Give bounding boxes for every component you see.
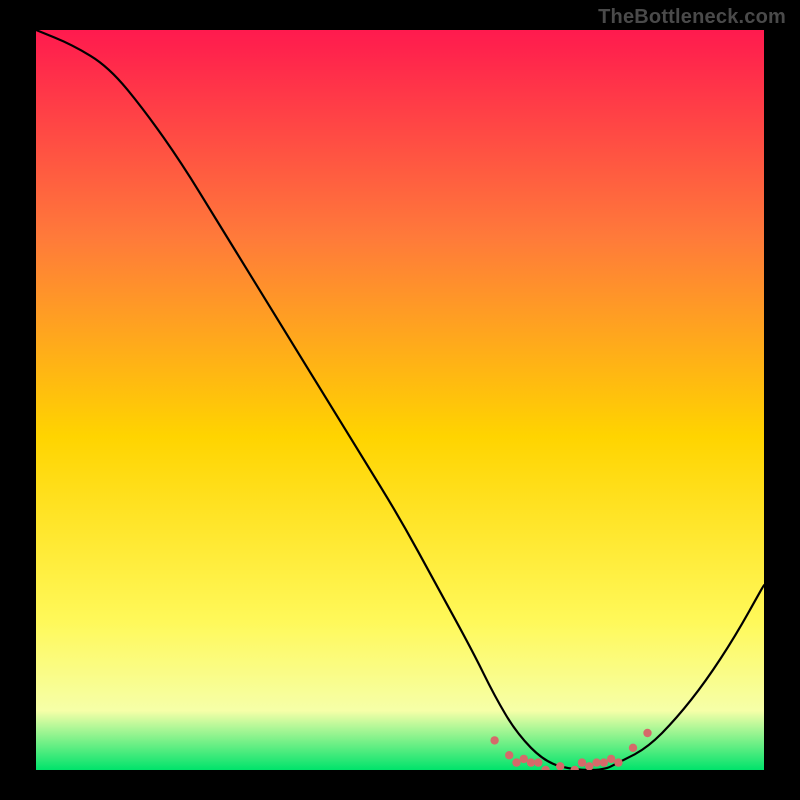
min-dot: [614, 758, 622, 766]
gradient-background: [36, 30, 764, 770]
min-dot: [600, 758, 608, 766]
chart-frame: TheBottleneck.com: [0, 0, 800, 800]
min-dot: [629, 744, 637, 752]
plot-area: [36, 30, 764, 770]
min-dot: [578, 758, 586, 766]
chart-svg: [36, 30, 764, 770]
min-dot: [592, 758, 600, 766]
watermark-text: TheBottleneck.com: [598, 6, 786, 29]
min-dot: [520, 755, 528, 763]
min-dot: [490, 736, 498, 744]
min-dot: [607, 755, 615, 763]
min-dot: [505, 751, 513, 759]
min-dot: [643, 729, 651, 737]
min-dot: [527, 758, 535, 766]
min-dot: [534, 758, 542, 766]
min-dot: [512, 758, 520, 766]
